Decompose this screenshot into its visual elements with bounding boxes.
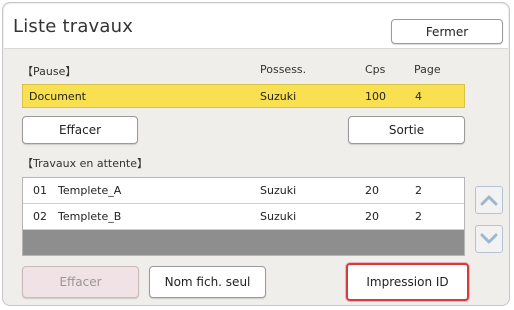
column-pages-header: Page — [414, 63, 441, 76]
close-button[interactable]: Fermer — [391, 19, 503, 44]
job-name: Document — [29, 90, 86, 103]
chevron-down-icon — [480, 233, 498, 244]
job-number: 02 — [33, 210, 47, 223]
job-owner: Suzuki — [260, 184, 297, 197]
job-copies: 20 — [365, 184, 379, 197]
job-pages: 2 — [415, 210, 422, 223]
paused-job-row[interactable]: Document Suzuki 100 4 — [22, 84, 465, 108]
job-pages: 2 — [415, 184, 422, 197]
waiting-section-label: 【Travaux en attente】 — [22, 157, 149, 170]
job-list-window: Liste travaux — [2, 2, 510, 306]
waiting-job-list: 01 Templete_A Suzuki 20 2 02 Templete_B … — [22, 177, 465, 256]
scroll-down-button[interactable] — [475, 225, 503, 253]
job-copies: 20 — [365, 210, 379, 223]
job-number: 01 — [33, 184, 47, 197]
column-owner-header: Possess. — [260, 63, 307, 76]
job-name: Templete_A — [58, 184, 122, 197]
job-pages: 4 — [415, 90, 422, 103]
page-title: Liste travaux — [13, 16, 134, 37]
delete-paused-button[interactable]: Effacer — [22, 116, 138, 144]
scroll-up-button[interactable] — [475, 186, 503, 214]
list-item[interactable]: 02 Templete_B Suzuki 20 2 — [23, 204, 464, 230]
job-owner: Suzuki — [260, 90, 297, 103]
column-copies-header: Cps — [365, 63, 386, 76]
delete-waiting-button[interactable]: Effacer — [22, 266, 139, 298]
empty-list-slot — [23, 230, 464, 255]
chevron-up-icon — [480, 195, 498, 206]
job-copies: 100 — [365, 90, 386, 103]
paused-section-label: 【Pause】 — [22, 65, 77, 78]
print-id-button[interactable]: Impression ID — [346, 263, 469, 301]
job-name: Templete_B — [58, 210, 122, 223]
job-owner: Suzuki — [260, 210, 297, 223]
output-button[interactable]: Sortie — [348, 116, 465, 144]
filename-only-button[interactable]: Nom fich. seul — [149, 266, 266, 298]
list-item[interactable]: 01 Templete_A Suzuki 20 2 — [23, 178, 464, 204]
